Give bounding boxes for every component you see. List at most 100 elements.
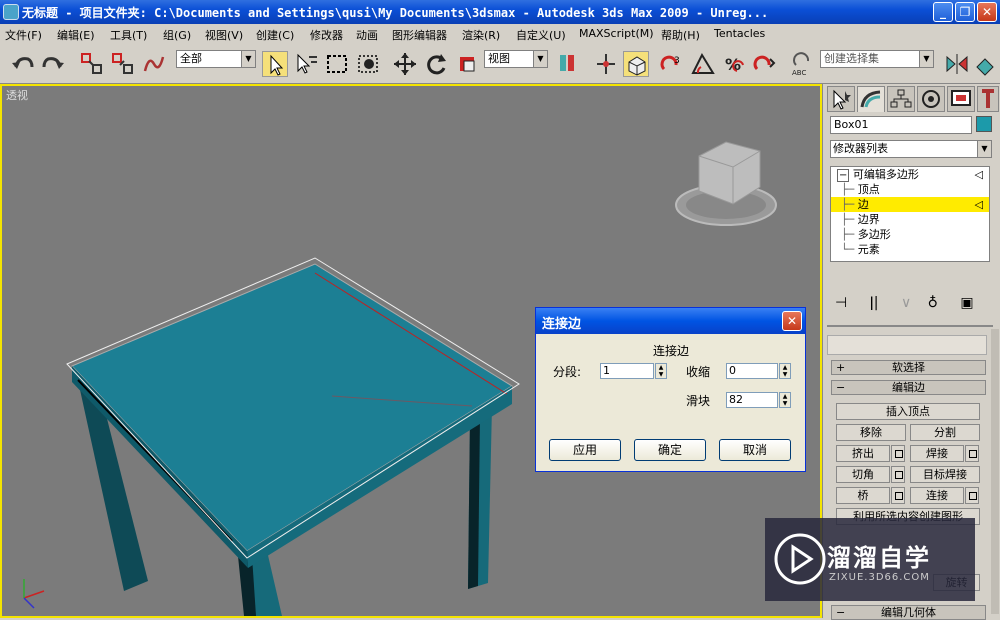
close-button[interactable]: ✕ <box>977 2 997 22</box>
segments-spinner[interactable]: 1 ▲ ▼ <box>600 363 667 379</box>
undo-icon[interactable] <box>10 51 36 77</box>
named-selection-value: 创建选择集 <box>824 52 879 65</box>
selection-filter-dropdown[interactable]: 全部 ▼ <box>176 50 256 68</box>
menu-help[interactable]: 帮助(H) <box>661 27 700 43</box>
menu-modifiers[interactable]: 修改器 <box>310 27 343 43</box>
panel-scrollbar[interactable] <box>991 329 999 614</box>
slide-spinner[interactable]: 82 ▲ ▼ <box>726 392 791 408</box>
rectangular-selection-icon[interactable] <box>324 51 350 77</box>
select-by-name-icon[interactable] <box>293 51 319 77</box>
modifier-list-dropdown[interactable]: 修改器列表 ▼ <box>830 140 992 158</box>
mirror-icon[interactable] <box>944 51 970 77</box>
tab-motion[interactable] <box>917 86 945 112</box>
insert-vertex-button[interactable]: 插入顶点 <box>836 403 980 420</box>
show-end-result-icon[interactable]: ǀ| <box>870 295 879 311</box>
light-bulb-icon[interactable]: ◁ <box>975 197 983 212</box>
menu-customize[interactable]: 自定义(U) <box>516 27 566 43</box>
menu-group[interactable]: 组(G) <box>163 27 191 43</box>
unlink-icon[interactable] <box>110 51 136 77</box>
spinner-arrows-icon[interactable]: ▲ ▼ <box>779 363 791 379</box>
bridge-settings-icon[interactable] <box>891 487 905 504</box>
snap-3d-icon[interactable]: 3 <box>659 51 685 77</box>
pinch-spinner[interactable]: 0 ▲ ▼ <box>726 363 791 379</box>
bridge-button[interactable]: 桥 <box>836 487 890 504</box>
percent-snap-icon[interactable]: % <box>721 51 747 77</box>
menu-graph-editors[interactable]: 图形编辑器 <box>392 27 447 43</box>
spinner-arrows-icon[interactable]: ▲ ▼ <box>655 363 667 379</box>
manipulate-icon[interactable] <box>593 51 619 77</box>
stack-item-editable-poly[interactable]: − 可编辑多边形 ◁ <box>831 167 989 182</box>
stack-item-polygon[interactable]: ├─ 多边形 <box>831 227 989 242</box>
stack-item-vertex[interactable]: ├─ 顶点 <box>831 182 989 197</box>
pin-stack-icon[interactable]: ⊣ <box>835 295 847 311</box>
collapse-icon[interactable]: − <box>837 169 850 182</box>
window-crossing-icon[interactable] <box>355 51 381 77</box>
rollout-edit-edges[interactable]: − 编辑边 <box>831 380 986 395</box>
weld-settings-icon[interactable] <box>965 445 979 462</box>
connect-button[interactable]: 连接 <box>910 487 964 504</box>
minimize-button[interactable]: _ <box>933 2 953 22</box>
move-icon[interactable] <box>392 51 418 77</box>
cancel-button[interactable]: 取消 <box>719 439 791 461</box>
dialog-close-button[interactable]: ✕ <box>782 311 802 331</box>
menu-maxscript[interactable]: MAXScript(M) <box>579 27 654 40</box>
menu-create[interactable]: 创建(C) <box>256 27 294 43</box>
bind-to-spacewarp-icon[interactable] <box>141 51 167 77</box>
empty-rollout <box>827 335 987 355</box>
edit-named-selection-icon[interactable]: ABC <box>790 51 816 77</box>
spinner-arrows-icon[interactable]: ▲ ▼ <box>779 392 791 408</box>
configure-modifier-sets-icon[interactable]: ▣ <box>960 295 973 311</box>
extrude-button[interactable]: 挤出 <box>836 445 890 462</box>
apply-button[interactable]: 应用 <box>549 439 621 461</box>
menu-tools[interactable]: 工具(T) <box>110 27 147 43</box>
keyboard-shortcut-override-icon[interactable] <box>623 51 649 77</box>
angle-snap-icon[interactable] <box>690 51 716 77</box>
menu-animation[interactable]: 动画 <box>356 27 378 43</box>
stack-item-border[interactable]: ├─ 边界 <box>831 212 989 227</box>
menu-file[interactable]: 文件(F) <box>5 27 42 43</box>
redo-icon[interactable] <box>40 51 66 77</box>
rotate-icon[interactable] <box>423 51 449 77</box>
slide-value: 82 <box>729 393 743 406</box>
chamfer-button[interactable]: 切角 <box>836 466 890 483</box>
make-unique-icon[interactable]: ∨ <box>901 295 911 311</box>
tab-create[interactable] <box>827 86 855 112</box>
object-color-swatch[interactable] <box>976 116 992 132</box>
menu-rendering[interactable]: 渲染(R) <box>462 27 500 43</box>
tab-display[interactable] <box>947 86 975 112</box>
chamfer-settings-icon[interactable] <box>891 466 905 483</box>
connect-settings-icon[interactable] <box>965 487 979 504</box>
light-bulb-icon[interactable]: ◁ <box>975 167 983 182</box>
target-weld-button[interactable]: 目标焊接 <box>910 466 980 483</box>
stack-item-edge[interactable]: ├─ 边 ◁ <box>831 197 989 212</box>
align-icon[interactable] <box>973 51 999 77</box>
pivot-center-icon[interactable] <box>555 51 581 77</box>
object-name-field[interactable]: Box01 <box>830 116 972 134</box>
reference-coordinate-dropdown[interactable]: 视图 ▼ <box>484 50 548 68</box>
weld-button[interactable]: 焊接 <box>910 445 964 462</box>
stack-root-label: 可编辑多边形 <box>852 168 919 181</box>
ok-button[interactable]: 确定 <box>634 439 706 461</box>
select-and-link-icon[interactable] <box>79 51 105 77</box>
viewcube[interactable] <box>675 141 777 226</box>
tab-modify[interactable] <box>857 86 885 112</box>
table-model[interactable] <box>66 257 520 616</box>
stack-item-element[interactable]: └─ 元素 <box>831 242 989 257</box>
remove-button[interactable]: 移除 <box>836 424 906 441</box>
menu-tentacles[interactable]: Tentacles <box>714 27 765 40</box>
select-object-icon[interactable] <box>262 51 288 77</box>
menu-edit[interactable]: 编辑(E) <box>57 27 95 43</box>
remove-modifier-icon[interactable]: ♁ <box>928 295 938 311</box>
tab-utilities[interactable] <box>977 86 999 112</box>
tab-hierarchy[interactable] <box>887 86 915 112</box>
3dsmax-app-icon[interactable] <box>3 4 19 20</box>
menu-views[interactable]: 视图(V) <box>205 27 243 43</box>
restore-button[interactable]: ❐ <box>955 2 975 22</box>
spinner-snap-icon[interactable] <box>752 51 778 77</box>
rollout-soft-selection[interactable]: + 软选择 <box>831 360 986 375</box>
split-button[interactable]: 分割 <box>910 424 980 441</box>
extrude-settings-icon[interactable] <box>891 445 905 462</box>
stack-item-element-label: 元素 <box>857 243 880 256</box>
scale-icon[interactable] <box>454 51 480 77</box>
named-selection-dropdown[interactable]: 创建选择集 ▼ <box>820 50 934 68</box>
